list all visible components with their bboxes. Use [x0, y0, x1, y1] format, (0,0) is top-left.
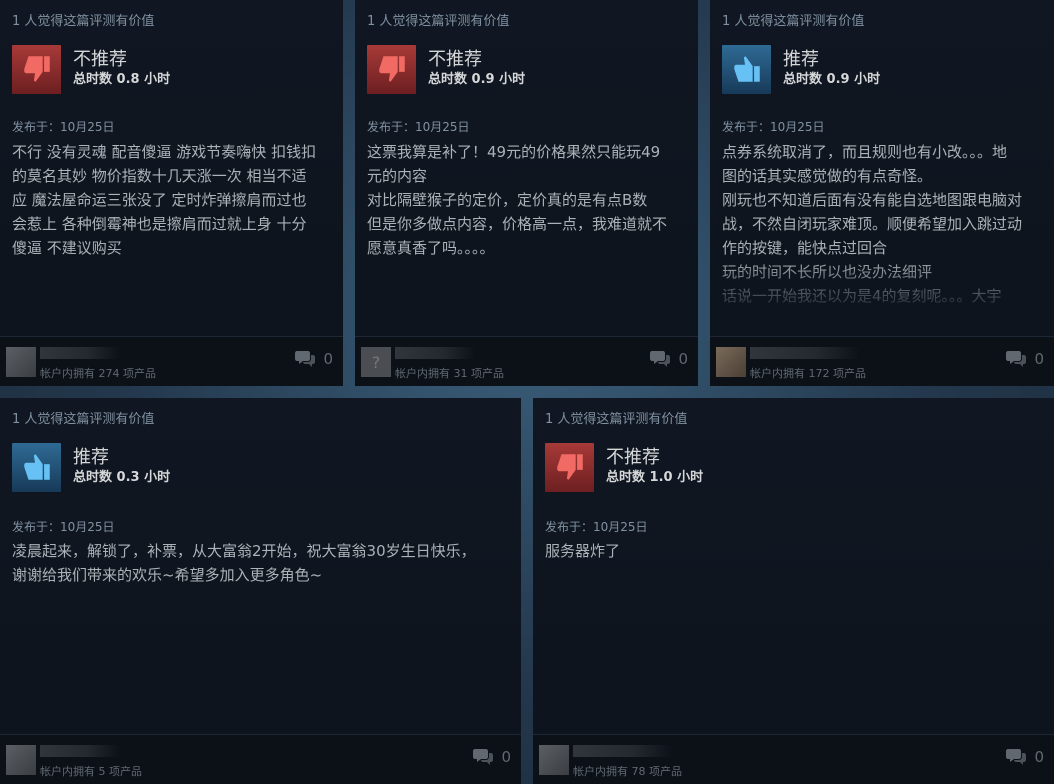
verdict-label: 不推荐 — [73, 49, 127, 70]
review-text: 这票我算是补了！49元的价格果然只能玩49 元的内容 对比隔壁猴子的定价，定价真… — [367, 143, 668, 257]
comment-icon — [650, 351, 671, 367]
comments-button[interactable]: 0 — [650, 350, 688, 368]
review-verdict[interactable]: 推荐 总时数 0.3 小时 — [12, 442, 170, 492]
posted-date: 发布于：10月25日 — [12, 520, 115, 534]
thumbs-up-icon — [12, 442, 61, 492]
review-text: 不行 没有灵魂 配音傻逼 游戏节奏嗨快 扣钱扣 的莫名其妙 物价指数十几天涨一次… — [12, 143, 317, 257]
avatar[interactable] — [6, 347, 36, 377]
verdict-label: 不推荐 — [428, 49, 482, 70]
username-blurred[interactable] — [573, 745, 673, 757]
posted-date: 发布于：10月25日 — [12, 120, 115, 134]
comment-count: 0 — [678, 350, 688, 368]
username-blurred[interactable] — [395, 347, 475, 359]
helpful-count: 1 人觉得这篇评测有价值 — [722, 14, 865, 29]
comment-count: 0 — [501, 748, 511, 766]
thumbs-down-icon — [12, 44, 61, 94]
avatar[interactable]: ? — [361, 347, 391, 377]
comment-icon — [295, 351, 316, 367]
username-blurred[interactable] — [40, 347, 120, 359]
products-owned: 帐户内拥有 172 项产品 — [750, 367, 866, 380]
helpful-count: 1 人觉得这篇评测有价值 — [367, 14, 510, 29]
comment-icon — [473, 749, 494, 765]
comments-button[interactable]: 0 — [1006, 350, 1044, 368]
review-text: 凌晨起来，解锁了，补票，从大富翁2开始，祝大富翁30岁生日快乐， 谢谢给我们带来… — [12, 542, 476, 584]
products-owned: 帐户内拥有 274 项产品 — [40, 367, 156, 380]
comment-icon — [1006, 351, 1027, 367]
review-card[interactable]: 1 人觉得这篇评测有价值 不推荐 总时数 0.9 小时 发布于：10月25日 这… — [355, 0, 698, 386]
review-footer: 帐户内拥有 78 项产品 0 — [533, 734, 1054, 784]
helpful-count: 1 人觉得这篇评测有价值 — [12, 412, 155, 427]
products-owned: 帐户内拥有 31 项产品 — [395, 367, 504, 380]
review-card[interactable]: 1 人觉得这篇评测有价值 推荐 总时数 0.9 小时 发布于：10月25日 点券… — [710, 0, 1054, 386]
review-text: 服务器炸了 — [545, 542, 621, 560]
comments-button[interactable]: 0 — [295, 350, 333, 368]
avatar[interactable] — [539, 745, 569, 775]
helpful-count: 1 人觉得这篇评测有价值 — [12, 14, 155, 29]
thumbs-up-icon — [722, 44, 771, 94]
products-owned: 帐户内拥有 5 项产品 — [40, 765, 142, 778]
playtime-hours: 总时数 1.0 小时 — [606, 470, 704, 485]
posted-date: 发布于：10月25日 — [545, 520, 648, 534]
comments-button[interactable]: 0 — [1006, 748, 1044, 766]
review-verdict[interactable]: 不推荐 总时数 1.0 小时 — [545, 442, 703, 492]
posted-date: 发布于：10月25日 — [367, 120, 470, 134]
playtime-hours: 总时数 0.3 小时 — [73, 470, 171, 485]
review-footer: 帐户内拥有 5 项产品 0 — [0, 734, 521, 784]
review-card[interactable]: 1 人觉得这篇评测有价值 推荐 总时数 0.3 小时 发布于：10月25日 凌晨… — [0, 398, 521, 784]
helpful-count: 1 人觉得这篇评测有价值 — [545, 412, 688, 427]
avatar[interactable] — [716, 347, 746, 377]
comment-count: 0 — [1034, 748, 1044, 766]
comments-button[interactable]: 0 — [473, 748, 511, 766]
products-owned: 帐户内拥有 78 项产品 — [573, 765, 682, 778]
username-blurred[interactable] — [750, 347, 860, 359]
review-footer: 帐户内拥有 274 项产品 0 — [0, 336, 343, 386]
playtime-hours: 总时数 0.9 小时 — [428, 72, 526, 87]
review-text: 点券系统取消了，而且规则也有小改。。。地 图的话其实感觉做的有点奇怪。 刚玩也不… — [722, 143, 1023, 305]
playtime-hours: 总时数 0.9 小时 — [783, 72, 881, 87]
posted-date: 发布于：10月25日 — [722, 120, 825, 134]
username-blurred[interactable] — [40, 745, 120, 757]
comment-icon — [1006, 749, 1027, 765]
avatar[interactable] — [6, 745, 36, 775]
review-verdict[interactable]: 不推荐 总时数 0.8 小时 — [12, 44, 170, 94]
verdict-label: 不推荐 — [606, 447, 660, 468]
review-footer: 帐户内拥有 172 项产品 0 — [710, 336, 1054, 386]
review-card[interactable]: 1 人觉得这篇评测有价值 不推荐 总时数 1.0 小时 发布于：10月25日 服… — [533, 398, 1054, 784]
playtime-hours: 总时数 0.8 小时 — [73, 72, 171, 87]
review-verdict[interactable]: 推荐 总时数 0.9 小时 — [722, 44, 880, 94]
review-footer: ? 帐户内拥有 31 项产品 0 — [355, 336, 698, 386]
thumbs-down-icon — [367, 44, 416, 94]
review-card[interactable]: 1 人觉得这篇评测有价值 不推荐 总时数 0.8 小时 发布于：10月25日 不… — [0, 0, 343, 386]
comment-count: 0 — [1034, 350, 1044, 368]
comment-count: 0 — [323, 350, 333, 368]
review-verdict[interactable]: 不推荐 总时数 0.9 小时 — [367, 44, 525, 94]
verdict-label: 推荐 — [783, 49, 819, 70]
thumbs-down-icon — [545, 442, 594, 492]
verdict-label: 推荐 — [73, 447, 109, 468]
